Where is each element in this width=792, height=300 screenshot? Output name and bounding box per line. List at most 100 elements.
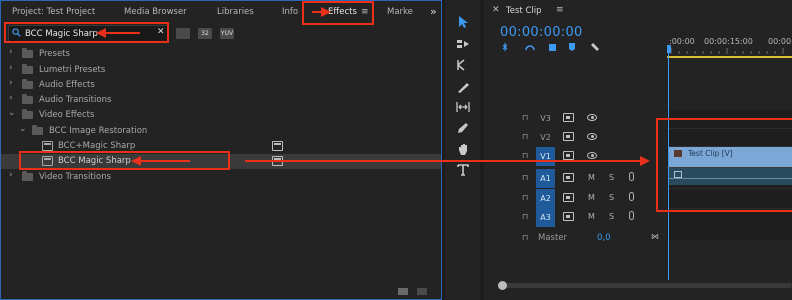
chevron-right-icon[interactable]: › [9, 47, 13, 57]
sequence-menu-icon[interactable]: ≡ [556, 5, 564, 15]
chevron-right-icon[interactable]: › [9, 78, 13, 88]
32bit-effects-filter-button[interactable]: 32 [198, 28, 212, 39]
microphone-icon[interactable] [629, 211, 634, 220]
tree-folder-audio-effects[interactable]: › Audio Effects [1, 78, 441, 93]
tab-effects[interactable]: Effects [328, 7, 357, 17]
track-header-a2: ⊓ A2 M S [484, 189, 667, 208]
ruler-label: :00:00 [669, 37, 695, 46]
tree-label: Audio Transitions [39, 95, 112, 105]
track-target-v3[interactable]: V3 [536, 109, 555, 128]
eye-icon[interactable] [587, 152, 597, 159]
folder-icon [22, 64, 33, 74]
solo-button[interactable]: S [609, 193, 614, 202]
type-tool-icon[interactable] [456, 163, 470, 177]
track-target-v2[interactable]: V2 [536, 128, 555, 147]
track-header-a1: ⊓ A1 M S [484, 169, 667, 188]
chevron-right-icon[interactable]: › [9, 93, 13, 103]
lock-icon[interactable]: ⊓ [522, 132, 528, 141]
timeline-horizontal-scrollbar[interactable] [504, 283, 792, 288]
playhead-line[interactable] [668, 53, 669, 280]
annotation-arrowhead [131, 156, 141, 166]
trash-icon[interactable] [417, 288, 427, 295]
accelerated-badge-icon [272, 141, 283, 151]
playhead-timecode[interactable]: 00:00:00:00 [500, 25, 583, 40]
new-bin-icon[interactable] [398, 288, 408, 295]
sequence-tab-title[interactable]: Test Clip [506, 6, 542, 16]
mute-button[interactable]: M [588, 212, 595, 221]
work-area-bar[interactable] [667, 56, 792, 58]
yuv-effects-filter-button[interactable]: YUV [220, 28, 234, 39]
tree-label: BCC Magic Sharp [58, 156, 131, 166]
tree-label: BCC+Magic Sharp [58, 141, 136, 151]
hand-tool-icon[interactable] [456, 142, 470, 156]
sync-lock-icon[interactable] [563, 132, 574, 141]
track-target-a2[interactable]: A2 [536, 189, 555, 208]
sync-lock-icon[interactable] [563, 113, 574, 122]
chevron-down-icon[interactable]: ⌄ [8, 108, 16, 118]
close-sequence-icon[interactable]: ✕ [492, 5, 500, 15]
lock-icon[interactable]: ⊓ [522, 151, 528, 160]
clear-search-icon[interactable]: ✕ [157, 27, 165, 37]
sync-lock-icon[interactable] [563, 193, 574, 202]
zoom-handle[interactable] [498, 281, 507, 290]
chevron-right-icon[interactable]: › [9, 170, 13, 180]
ripple-edit-tool-icon[interactable] [456, 58, 470, 72]
track-target-a1[interactable]: A1 [536, 169, 555, 188]
accelerated-effects-filter-button[interactable] [176, 28, 190, 39]
solo-button[interactable]: S [609, 212, 614, 221]
go-to-end-icon[interactable]: ⋈ [651, 232, 659, 241]
eye-icon[interactable] [587, 133, 597, 140]
selection-tool-icon[interactable] [456, 15, 470, 29]
master-volume-value[interactable]: 0,0 [597, 233, 611, 243]
sync-lock-icon[interactable] [563, 151, 574, 160]
razor-tool-icon[interactable] [456, 80, 470, 94]
effects-search-field[interactable]: ✕ [8, 25, 168, 42]
slip-tool-icon[interactable] [456, 100, 470, 114]
chevron-right-icon[interactable]: › [9, 63, 13, 73]
eye-icon[interactable] [587, 114, 597, 121]
track-select-tool-icon[interactable] [456, 37, 470, 51]
overflow-tabs-icon[interactable]: » [430, 5, 437, 18]
lock-icon[interactable]: ⊓ [522, 113, 528, 122]
lock-icon[interactable]: ⊓ [522, 173, 528, 182]
mute-button[interactable]: M [588, 193, 595, 202]
effects-panel: Project: Test Project Media Browser Libr… [0, 0, 442, 300]
tree-folder-audio-transitions[interactable]: › Audio Transitions [1, 93, 441, 108]
microphone-icon[interactable] [629, 172, 634, 181]
tab-project[interactable]: Project: Test Project [12, 7, 95, 17]
folder-icon [22, 94, 33, 104]
accelerated-badge-icon [272, 156, 283, 166]
folder-icon [22, 171, 33, 181]
lock-icon[interactable]: ⊓ [522, 233, 528, 242]
video-clip[interactable]: Test Clip [V] [668, 147, 792, 167]
time-ruler[interactable]: :00:00 00:00:15:00 00:00:30:00 [667, 30, 792, 60]
track-target-a3[interactable]: A3 [536, 208, 555, 227]
pen-tool-icon[interactable] [456, 121, 470, 135]
search-input[interactable] [25, 27, 153, 40]
tab-markers[interactable]: Marke [387, 7, 413, 17]
lock-icon[interactable]: ⊓ [522, 212, 528, 221]
microphone-icon[interactable] [629, 192, 634, 201]
chevron-down-icon[interactable]: ⌄ [19, 124, 27, 134]
tree-folder-video-effects[interactable]: ⌄ Video Effects [1, 108, 441, 123]
playhead-handle[interactable] [667, 45, 671, 53]
sync-lock-icon[interactable] [563, 212, 574, 221]
tree-folder-video-transitions[interactable]: › Video Transitions [1, 170, 441, 185]
tree-folder-lumetri-presets[interactable]: › Lumetri Presets [1, 63, 441, 78]
tab-media-browser[interactable]: Media Browser [124, 7, 187, 17]
tab-libraries[interactable]: Libraries [217, 7, 254, 17]
tree-label: Presets [39, 49, 70, 59]
tree-folder-presets[interactable]: › Presets [1, 47, 441, 62]
audio-clip[interactable] [668, 168, 792, 185]
sync-lock-icon[interactable] [563, 173, 574, 182]
tab-info[interactable]: Info [282, 7, 298, 17]
mute-button[interactable]: M [588, 173, 595, 182]
tree-folder-bcc-image-restoration[interactable]: ⌄ BCC Image Restoration [1, 124, 441, 139]
master-track-label: Master [538, 233, 568, 243]
panel-menu-icon[interactable]: ≡ [361, 7, 369, 17]
track-target-v1[interactable]: V1 [536, 147, 555, 166]
tree-effect-bcc-magic-sharp[interactable]: BCC Magic Sharp [1, 154, 441, 169]
tree-effect-bcc-plus-magic-sharp[interactable]: BCC+Magic Sharp [1, 139, 441, 154]
lock-icon[interactable]: ⊓ [522, 193, 528, 202]
solo-button[interactable]: S [609, 173, 614, 182]
